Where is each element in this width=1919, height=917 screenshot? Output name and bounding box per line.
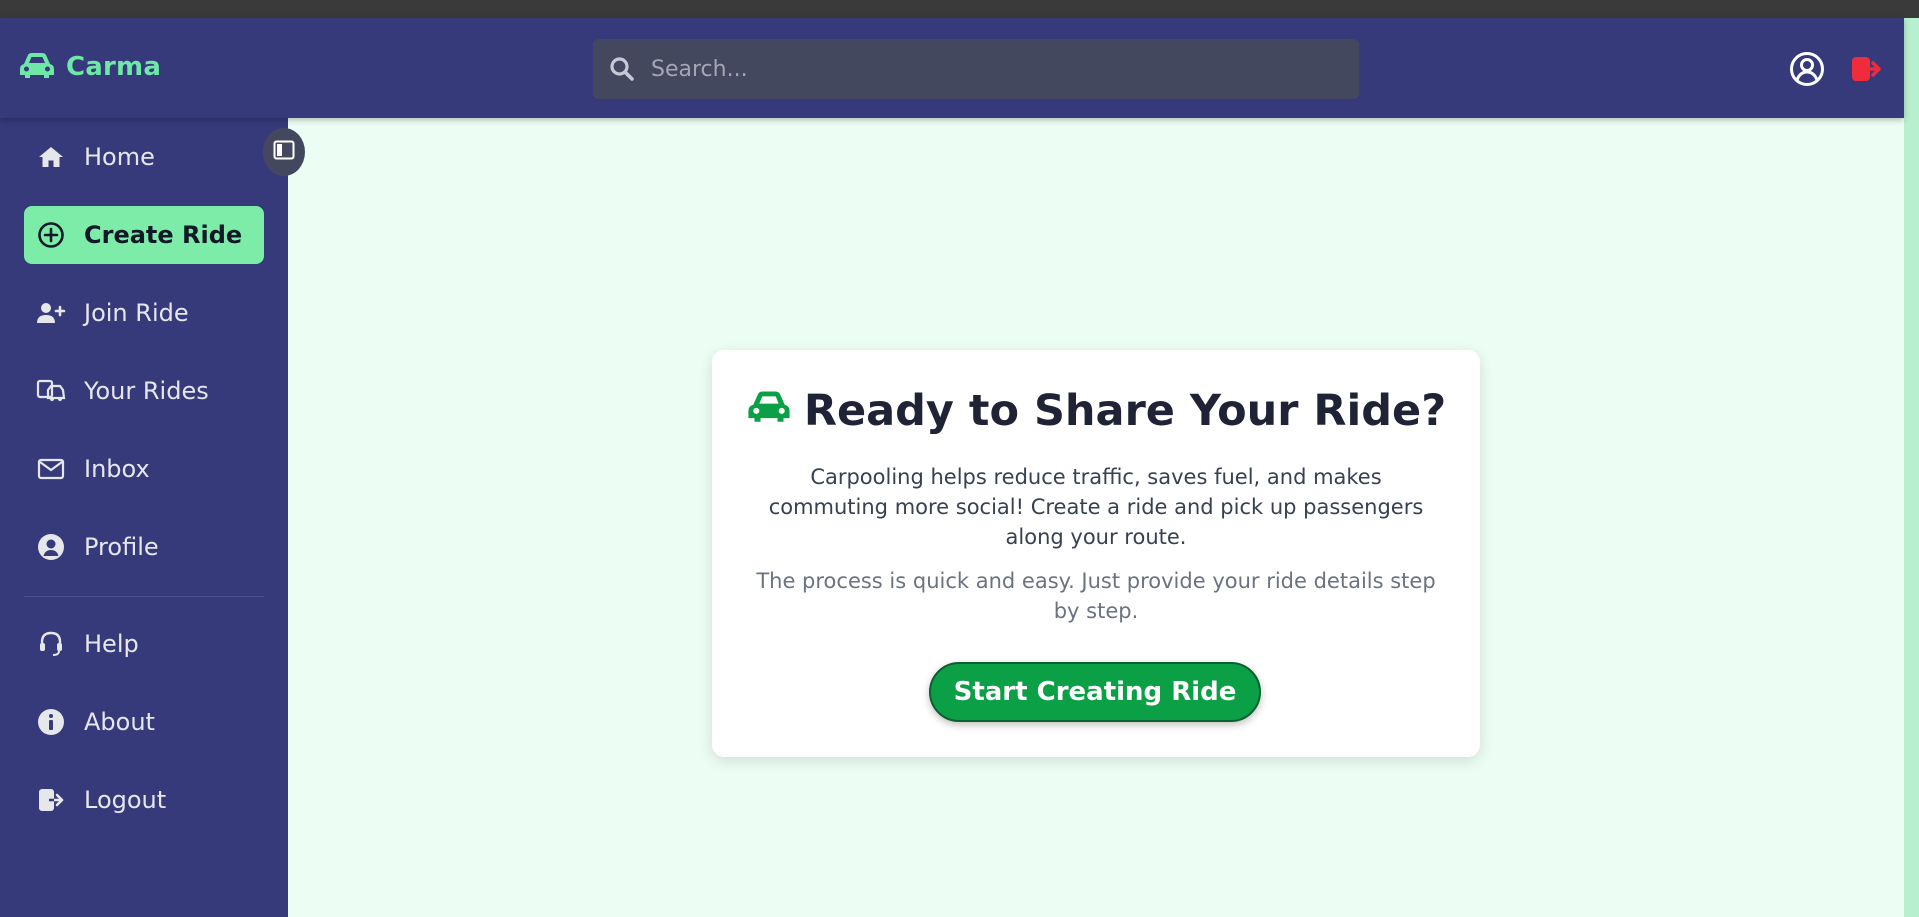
sidebar-item-label: Inbox xyxy=(84,455,150,483)
brand-name: Carma xyxy=(66,52,162,82)
scrollbar-edge xyxy=(1904,18,1919,917)
envelope-icon xyxy=(36,454,66,484)
sidebar-item-your-rides[interactable]: Your Rides xyxy=(24,362,264,420)
sidebar-item-label: Logout xyxy=(84,786,167,814)
sidebar-toggle-button[interactable] xyxy=(263,128,305,176)
card-subtext: The process is quick and easy. Just prov… xyxy=(756,569,1436,623)
sidebar: Home Create Ride Join Ride Your Rides In… xyxy=(0,118,288,917)
search-input[interactable] xyxy=(649,55,1333,83)
headset-icon xyxy=(36,629,66,659)
sidebar-item-join-ride[interactable]: Join Ride xyxy=(24,284,264,342)
sidebar-item-label: Create Ride xyxy=(84,221,243,249)
browser-top-strip xyxy=(0,0,1919,18)
sidebar-item-label: Home xyxy=(84,143,155,171)
brand-logo[interactable]: Carma xyxy=(18,50,161,84)
search-bar[interactable] xyxy=(593,39,1359,99)
sidebar-item-label: About xyxy=(84,708,155,736)
sidebar-item-logout[interactable]: Logout xyxy=(24,771,264,829)
car-icon xyxy=(18,50,56,84)
car-icon xyxy=(746,386,792,436)
sidebar-item-help[interactable]: Help xyxy=(24,615,264,673)
home-icon xyxy=(36,142,66,172)
sidebar-divider xyxy=(24,596,264,597)
search-icon xyxy=(609,56,635,82)
sidebar-item-label: Help xyxy=(84,630,139,658)
sidebar-item-profile[interactable]: Profile xyxy=(24,518,264,576)
user-icon xyxy=(36,532,66,562)
user-circle-icon[interactable] xyxy=(1788,50,1826,88)
info-icon xyxy=(36,707,66,737)
create-ride-card: Ready to Share Your Ride? Carpooling hel… xyxy=(712,350,1480,757)
card-description: Carpooling helps reduce traffic, saves f… xyxy=(768,465,1424,549)
sidebar-item-label: Your Rides xyxy=(84,377,209,405)
sidebar-item-inbox[interactable]: Inbox xyxy=(24,440,264,498)
rides-icon xyxy=(36,376,66,406)
user-plus-icon xyxy=(36,298,66,328)
sidebar-toggle-icon xyxy=(273,140,295,164)
sidebar-item-about[interactable]: About xyxy=(24,693,264,751)
sidebar-item-create-ride[interactable]: Create Ride xyxy=(24,206,264,264)
sidebar-item-home[interactable]: Home xyxy=(24,128,264,186)
logout-red-icon[interactable] xyxy=(1848,50,1886,88)
plus-circle-icon xyxy=(36,220,66,250)
logout-icon xyxy=(36,785,66,815)
start-creating-ride-button[interactable]: Start Creating Ride xyxy=(929,662,1261,722)
top-header: Carma xyxy=(0,18,1904,118)
sidebar-item-label: Profile xyxy=(84,533,159,561)
sidebar-item-label: Join Ride xyxy=(84,299,189,327)
card-title-text: Ready to Share Your Ride? xyxy=(803,386,1447,436)
card-title: Ready to Share Your Ride? xyxy=(712,386,1480,436)
